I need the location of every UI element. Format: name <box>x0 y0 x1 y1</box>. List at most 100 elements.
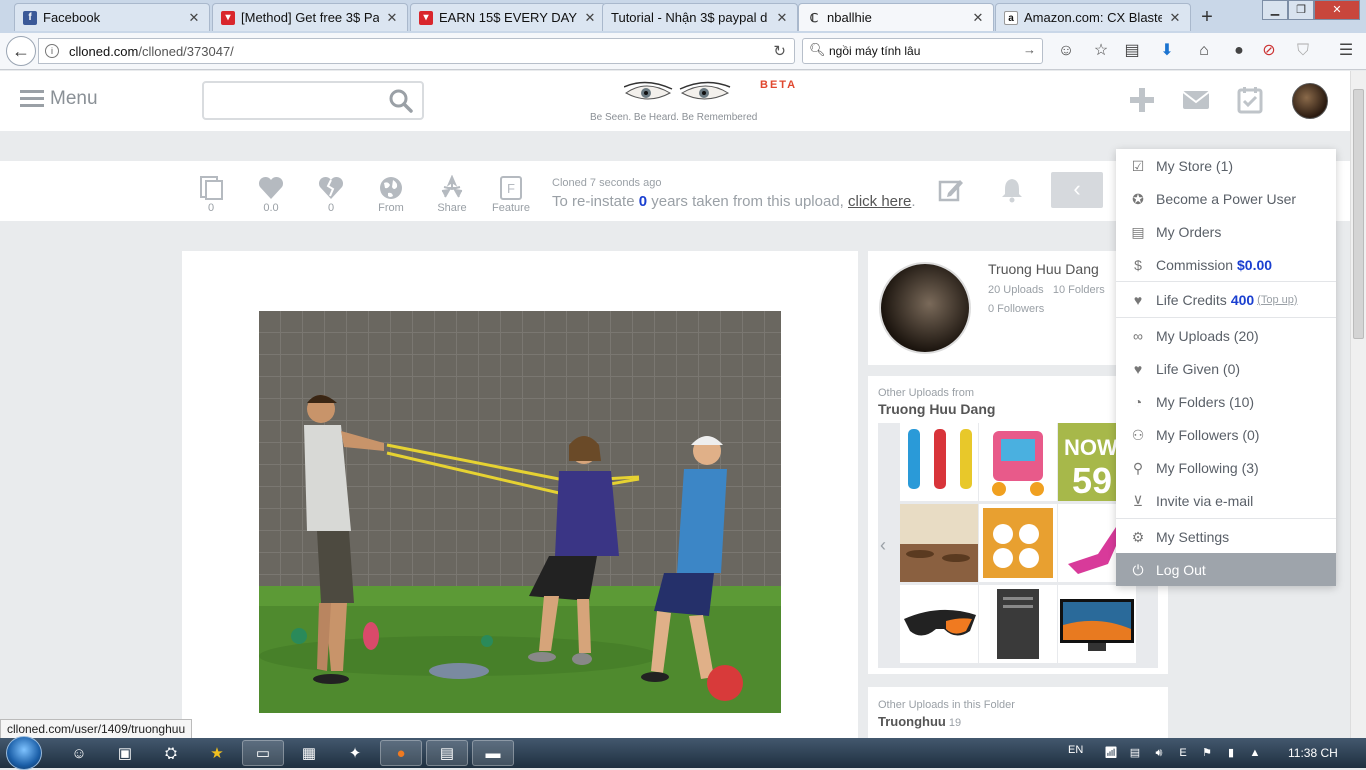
copies-action[interactable]: 0 <box>188 175 234 214</box>
menu-item-orders[interactable]: ▤ My Orders <box>1116 215 1336 248</box>
screen-app-icon[interactable]: ▬ <box>472 740 514 766</box>
new-tab-button[interactable]: + <box>1196 6 1218 29</box>
top-up-link[interactable]: (Top up) <box>1257 294 1297 306</box>
network-app-icon[interactable]: ⛭ <box>150 740 192 766</box>
browser-search-box[interactable]: 🔍︎ ngồi máy tính lâu → <box>802 38 1043 64</box>
menu-item-log-out[interactable]: ⏻ Log Out <box>1116 553 1336 586</box>
gallery-thumb[interactable] <box>979 504 1057 582</box>
author-name[interactable]: Truong Huu Dang <box>988 261 1099 277</box>
download-icon[interactable]: ⬇ <box>1157 41 1177 61</box>
calculator-app-icon[interactable]: ▦ <box>288 740 330 766</box>
chevron-left-icon[interactable]: ‹ <box>880 535 886 556</box>
tab-nballhie[interactable]: ℂ nballhie ✕ <box>798 3 994 31</box>
gallery-thumb[interactable] <box>900 423 978 501</box>
close-icon[interactable]: ✕ <box>187 10 201 26</box>
block-icon[interactable]: ⊘ <box>1259 41 1279 61</box>
from-action[interactable]: From <box>368 175 414 214</box>
mail-icon[interactable] <box>1181 85 1211 115</box>
folder-uploads-name[interactable]: Truonghuu 19 <box>878 714 961 729</box>
user-avatar[interactable] <box>1292 83 1328 119</box>
window-app-icon[interactable]: ▣ <box>104 740 146 766</box>
flag-icon[interactable]: ⚑ <box>1200 746 1214 760</box>
language-indicator[interactable]: EN <box>1068 744 1083 756</box>
firefox-app-icon[interactable]: ● <box>380 740 422 766</box>
notes-app-icon[interactable]: ▤ <box>426 740 468 766</box>
close-icon[interactable]: ✕ <box>775 10 789 26</box>
inbox-icon: ⊻ <box>1132 492 1144 509</box>
signal-icon[interactable]: ▲ <box>1248 746 1262 760</box>
feature-action[interactable]: F Feature <box>488 175 534 214</box>
menu-item-my-followers[interactable]: ⚇ My Followers (0) <box>1116 418 1336 451</box>
menu-item-my-store[interactable]: ☑ My Store (1) <box>1116 149 1336 182</box>
menu-item-life-given[interactable]: ♥ Life Given (0) <box>1116 352 1336 385</box>
start-button[interactable] <box>6 736 42 770</box>
reload-icon[interactable]: ↻ <box>773 42 786 60</box>
tab-facebook[interactable]: f Facebook ✕ <box>14 3 210 31</box>
menu-item-life-credits[interactable]: ♥ Life Credits 400 (Top up) <box>1116 283 1336 316</box>
network-tray-icon[interactable]: ▤ <box>1128 746 1142 760</box>
scrollbar-thumb[interactable] <box>1353 89 1364 339</box>
upload-photo[interactable] <box>259 311 781 713</box>
unikey-icon[interactable]: E <box>1176 746 1190 760</box>
menu-item-invite[interactable]: ⊻ Invite via e-mail <box>1116 484 1336 517</box>
close-icon[interactable]: ✕ <box>1168 10 1182 26</box>
search-go-icon[interactable]: → <box>1023 42 1036 57</box>
menu-item-commission[interactable]: $ Commission $0.00 <box>1116 248 1336 281</box>
site-logo[interactable]: BETA Be Seen. Be Heard. Be Remembered <box>588 79 795 129</box>
emoticon-app-icon[interactable]: ☺ <box>58 740 100 766</box>
bell-icon[interactable] <box>1000 177 1024 203</box>
edit-icon[interactable] <box>938 177 964 203</box>
battery-icon[interactable]: ▮ <box>1224 746 1238 760</box>
menu-item-my-following[interactable]: ⚲ My Following (3) <box>1116 451 1336 484</box>
add-icon[interactable] <box>1127 85 1157 115</box>
close-icon[interactable]: ✕ <box>385 10 399 26</box>
wifi-icon[interactable]: 📶︎ <box>1104 746 1118 760</box>
addon-icon[interactable]: ☺ <box>1056 41 1076 61</box>
address-bar[interactable]: i clloned.com/clloned/373047/ ↻ <box>38 38 795 64</box>
volume-icon[interactable]: 🔊︎ <box>1152 746 1166 760</box>
menu-button[interactable]: Menu <box>20 88 98 110</box>
other-uploads-name[interactable]: Truong Huu Dang <box>878 401 995 417</box>
home-icon[interactable]: ⌂ <box>1194 41 1214 61</box>
broken-heart-icon <box>318 176 344 199</box>
back-button[interactable]: ← <box>6 36 36 66</box>
share-action[interactable]: Share <box>429 175 475 214</box>
minimize-button[interactable]: ▁ <box>1262 0 1288 20</box>
site-search-input[interactable] <box>202 81 424 120</box>
menu-item-power-user[interactable]: ✪ Become a Power User <box>1116 182 1336 215</box>
browser-menu-icon[interactable]: ☰ <box>1336 41 1356 61</box>
tab-method[interactable]: ▾ [Method] Get free 3$ Pa… ✕ <box>212 3 408 31</box>
tools-app-icon[interactable]: ✦ <box>334 740 376 766</box>
chat-icon[interactable]: ● <box>1229 41 1249 61</box>
close-icon[interactable]: ✕ <box>971 10 985 26</box>
gallery-thumb[interactable] <box>1058 585 1136 663</box>
previous-button[interactable]: ‹ <box>1051 172 1103 208</box>
calendar-check-icon[interactable] <box>1235 85 1265 115</box>
shield-icon[interactable]: ⛉ <box>1293 41 1313 61</box>
tab-amazon[interactable]: a Amazon.com: CX Blaste… ✕ <box>995 3 1191 31</box>
star-app-icon[interactable]: ★ <box>196 740 238 766</box>
reading-list-icon[interactable]: ▤ <box>1122 41 1142 61</box>
explorer-app-icon[interactable]: ▭ <box>242 740 284 766</box>
broken-action[interactable]: 0 <box>308 175 354 214</box>
likes-action[interactable]: 0.0 <box>248 175 294 214</box>
menu-item-settings[interactable]: ⚙ My Settings <box>1116 520 1336 553</box>
info-icon[interactable]: i <box>45 44 59 58</box>
gallery-thumb[interactable] <box>900 585 978 663</box>
gallery-thumb[interactable] <box>979 585 1057 663</box>
gallery-thumb[interactable] <box>900 504 978 582</box>
click-here-link[interactable]: click here <box>848 193 911 210</box>
maximize-button[interactable]: ❐ <box>1288 0 1314 20</box>
page-scrollbar[interactable] <box>1350 71 1366 738</box>
author-avatar[interactable] <box>879 262 971 354</box>
search-icon[interactable] <box>388 88 414 114</box>
tab-tutorial[interactable]: Tutorial - Nhận 3$ paypal d… ✕ <box>602 3 798 31</box>
menu-item-my-uploads[interactable]: ∞ My Uploads (20) <box>1116 319 1336 352</box>
menu-item-my-folders[interactable]: ◔ My Folders (10) <box>1116 385 1336 418</box>
gallery-thumb[interactable] <box>979 423 1057 501</box>
close-icon[interactable]: ✕ <box>583 10 597 26</box>
clock[interactable]: 11:38 CH <box>1288 746 1338 760</box>
tab-earn[interactable]: ▾ EARN 15$ EVERY DAY W… ✕ <box>410 3 606 31</box>
bookmark-star-icon[interactable]: ☆ <box>1091 41 1111 61</box>
close-window-button[interactable]: ✕ <box>1314 0 1360 20</box>
